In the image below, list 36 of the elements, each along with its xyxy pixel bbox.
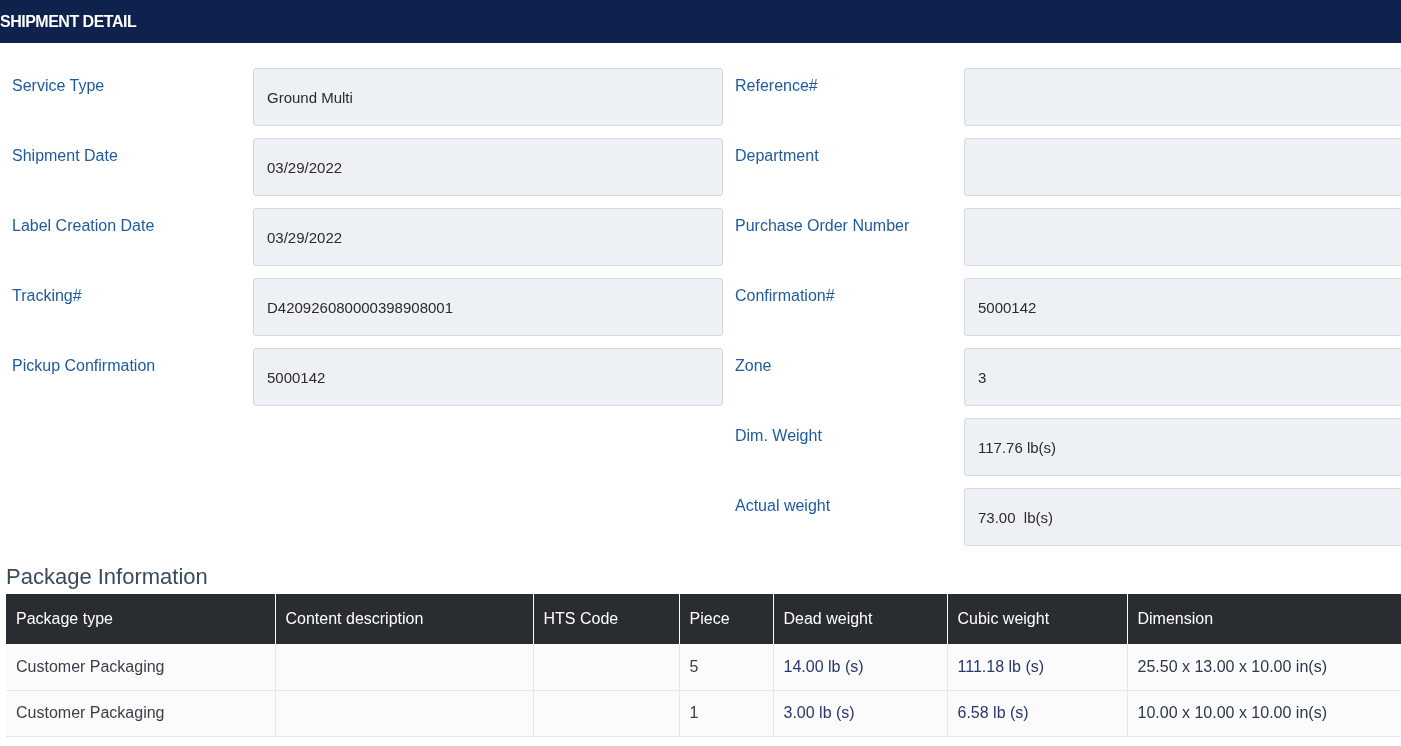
table-cell: 111.18 lb (s) (947, 644, 1127, 690)
read-only-field[interactable]: 3 (964, 348, 1401, 406)
read-only-field[interactable]: D420926080000398908001 (253, 278, 723, 336)
read-only-field[interactable]: 5000142 (253, 348, 723, 406)
read-only-field[interactable]: Ground Multi (253, 68, 723, 126)
field-label: Label Creation Date (12, 217, 155, 234)
read-only-field[interactable]: 03/29/2022 (253, 208, 723, 266)
page-title: SHIPMENT DETAIL (0, 11, 137, 32)
field-label: Tracking# (12, 287, 82, 304)
table-cell: 6.58 lb (s) (947, 690, 1127, 736)
field-label: Purchase Order Number (735, 217, 910, 234)
field-label: Actual weight (735, 497, 831, 514)
read-only-field[interactable] (964, 138, 1401, 196)
read-only-field[interactable]: 03/29/2022 (253, 138, 723, 196)
read-only-field[interactable] (964, 68, 1401, 126)
table-cell: 3.00 lb (s) (773, 690, 947, 736)
table-cell: Customer Packaging (6, 690, 275, 736)
table-cell: 10.00 x 10.00 x 10.00 in(s) (1127, 690, 1401, 736)
table-cell: 5 (679, 644, 773, 690)
field-label: Confirmation# (735, 287, 835, 304)
table-cell: Customer Packaging (6, 644, 275, 690)
field-label: Shipment Date (12, 147, 118, 164)
table-cell: 25.50 x 13.00 x 10.00 in(s) (1127, 644, 1401, 690)
section-title: Package Information (6, 563, 208, 591)
field-label: Reference# (735, 77, 818, 94)
field-label: Service Type (12, 77, 105, 94)
field-label: Dim. Weight (735, 427, 822, 444)
read-only-field[interactable] (964, 208, 1401, 266)
field-label: Zone (735, 357, 772, 374)
field-label: Department (735, 147, 819, 164)
read-only-field[interactable]: 5000142 (964, 278, 1401, 336)
read-only-field[interactable]: 73.00 lb(s) (964, 488, 1401, 546)
table-cell: 1 (679, 690, 773, 736)
field-label: Pickup Confirmation (12, 357, 156, 374)
table-cell: 14.00 lb (s) (773, 644, 947, 690)
read-only-field[interactable]: 117.76 lb(s) (964, 418, 1401, 476)
